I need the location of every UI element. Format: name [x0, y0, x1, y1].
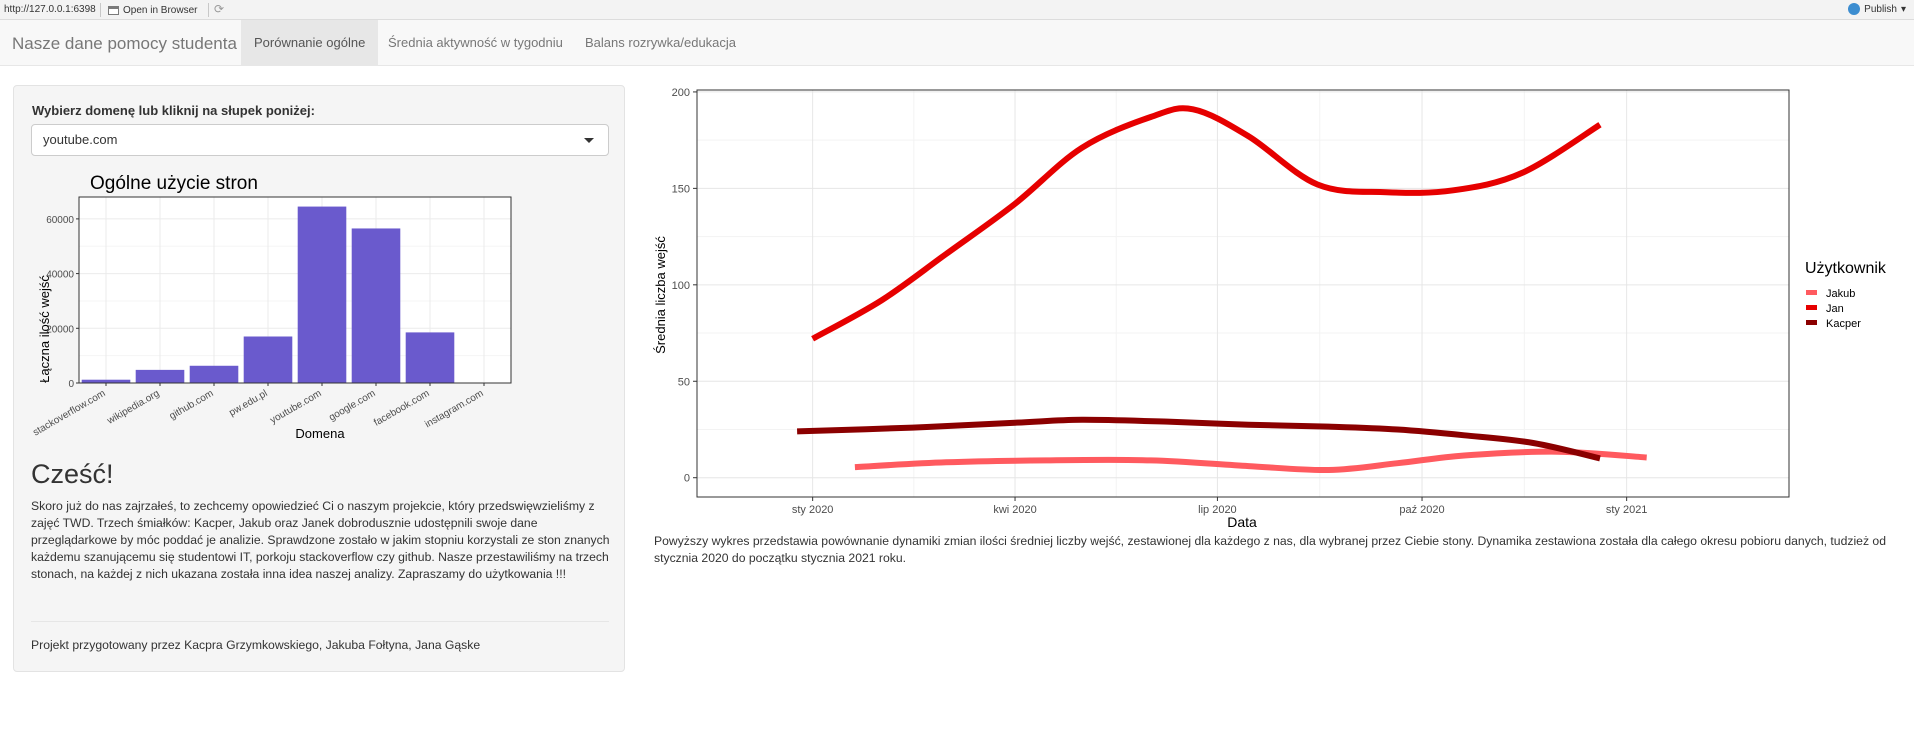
legend-title: Użytkownik [1805, 260, 1887, 277]
legend-key-jan [1806, 305, 1817, 310]
tab-balans-rozrywka-edukacja[interactable]: Balans rozrywka/edukacja [572, 20, 749, 66]
bar-youtube.com[interactable] [297, 206, 347, 383]
tab-srednia-aktywnosc[interactable]: Średnia aktywność w tygodniu [375, 20, 576, 66]
publish-icon [1848, 3, 1861, 15]
bar-google.com[interactable] [351, 228, 401, 383]
line-chart-ylabel: Średnia liczba wejść [653, 236, 668, 354]
line-ytick-label: 200 [672, 87, 690, 99]
legend-key-kacper [1806, 320, 1817, 325]
tab-porownanie-ogolne[interactable]: Porównanie ogólne [241, 20, 379, 66]
bar-xtick-label: wikipedia.org [105, 388, 162, 427]
line-xtick-label: sty 2020 [792, 504, 834, 516]
line-ytick-label: 150 [672, 183, 690, 195]
bar-xtick-label: youtube.com [268, 388, 323, 426]
line-xtick-label: kwi 2020 [993, 504, 1036, 516]
line-ytick-label: 100 [672, 280, 690, 292]
line-chart: 050100150200sty 2020 kwi 2020 lip 2020 paź … [653, 87, 1887, 530]
open-in-browser-label: Open in Browser [123, 4, 198, 16]
bar-pw.edu.pl[interactable] [243, 336, 293, 384]
credits: Projekt przygotowany przez Kacpra Grzymk… [31, 638, 481, 652]
app-title: Nasze dane pomocy studenta [12, 34, 237, 53]
bar-chart-xlabel: Domena [295, 426, 345, 441]
viewer-toolbar: http://127.0.0.1:6398 Open in Browser ⟳ … [0, 0, 1914, 20]
bar-chart[interactable]: Ogólne użycie stron 0200004000060000 sta… [31, 172, 621, 442]
bar-xtick-label: github.com [168, 388, 216, 422]
line-ytick-label: 0 [684, 473, 690, 485]
refresh-icon[interactable]: ⟳ [214, 2, 224, 16]
domain-select[interactable]: youtube.com [31, 124, 609, 156]
sidebar-panel: Wybierz domenę lub kliknij na słupek pon… [13, 85, 625, 672]
domain-select-value: youtube.com [43, 132, 118, 147]
line-plot-background [697, 90, 1789, 497]
line-chart-xlabel: Data [1227, 514, 1257, 530]
open-in-browser-button[interactable]: Open in Browser [108, 3, 197, 17]
bar-github.com[interactable] [189, 365, 239, 383]
legend-label-jakub: Jakub [1826, 288, 1855, 300]
bar-facebook.com[interactable] [405, 332, 455, 383]
bar-xtick-label: google.com [327, 388, 377, 423]
browser-window-icon [108, 5, 119, 15]
domain-select-label: Wybierz domenę lub kliknij na słupek pon… [32, 103, 315, 118]
viewer-url[interactable]: http://127.0.0.1:6398 [4, 4, 96, 15]
toolbar-separator [208, 3, 209, 17]
bar-xtick-label: instagram.com [423, 388, 485, 430]
chart-description: Powyższy wykres przedstawia powównanie d… [654, 534, 1886, 565]
bar-wikipedia.org[interactable] [135, 369, 185, 383]
line-xtick-label: paź 2020 [1399, 504, 1444, 516]
legend-label-kacper: Kacper [1826, 318, 1861, 330]
bar-ytick-label: 60000 [46, 215, 74, 226]
project-description: Skoro już do nas zajrzałeś, to zechcemy … [31, 499, 610, 581]
publish-label: Publish [1864, 3, 1897, 15]
bar-chart-ylabel: Łączna ilość wejść [37, 275, 52, 383]
divider [31, 621, 609, 622]
caret-down-icon [584, 138, 594, 143]
publish-button[interactable]: Publish ▾ [1848, 3, 1906, 15]
bar-ytick-label: 0 [68, 379, 74, 390]
legend-label-jan: Jan [1826, 303, 1844, 315]
line-ytick-label: 50 [678, 376, 690, 388]
greeting-heading: Cześć! [31, 459, 114, 489]
bar-xtick-label: pw.edu.pl [227, 388, 269, 419]
bar-xtick-label: stackoverflow.com [31, 388, 107, 438]
bar-chart-title: Ogólne użycie stron [90, 173, 258, 194]
legend-key-jakub [1806, 290, 1817, 295]
bar-xtick-label: facebook.com [372, 388, 431, 429]
chevron-down-icon: ▾ [1900, 3, 1906, 15]
line-xtick-label: sty 2021 [1606, 504, 1648, 516]
toolbar-separator [100, 3, 101, 17]
navbar: Nasze dane pomocy studenta Porównanie og… [0, 20, 1914, 66]
